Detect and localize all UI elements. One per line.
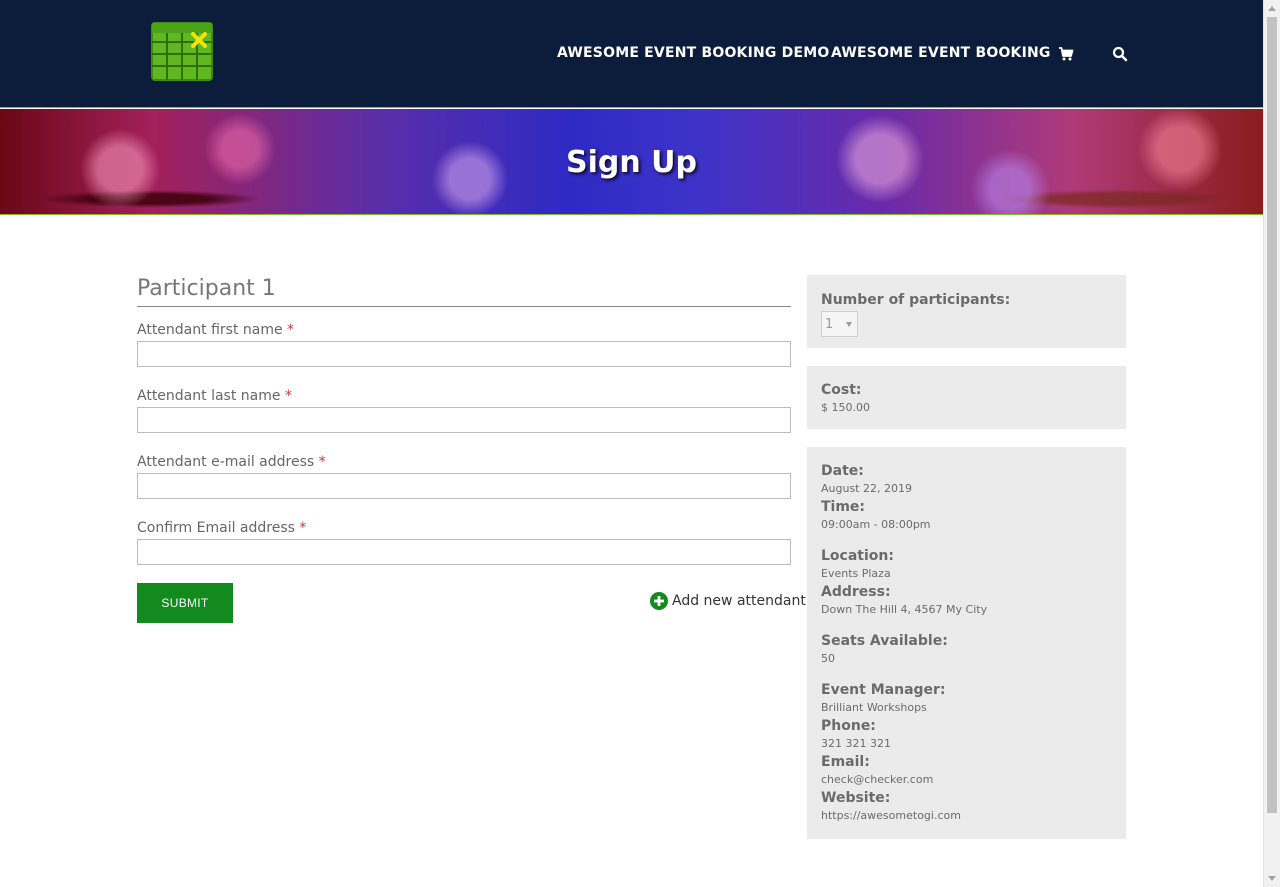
website-value[interactable]: https://awesometogi.com: [821, 807, 1112, 825]
phone-value: 321 321 321: [821, 737, 891, 750]
location-label: Location:: [821, 548, 894, 564]
site-header: AWESOME EVENT BOOKING DEMO AWESOME EVENT…: [0, 0, 1263, 108]
add-attendant-link[interactable]: Add new attendant: [650, 592, 806, 610]
plus-circle-icon: [650, 592, 668, 610]
cost-value: $ 150.00: [821, 401, 870, 414]
website-label: Website:: [821, 790, 891, 806]
required-marker: *: [318, 454, 326, 470]
nav-link-booking[interactable]: AWESOME EVENT BOOKING: [831, 45, 1051, 61]
confirm-email-input[interactable]: [137, 539, 791, 565]
participants-select[interactable]: 1: [821, 311, 858, 337]
signup-form: Participant 1 Attendant first name * Att…: [137, 275, 791, 565]
scroll-down-icon[interactable]: [1268, 876, 1276, 881]
email-label: Attendant e-mail address: [137, 454, 315, 470]
shopping-cart-icon[interactable]: [1058, 46, 1074, 62]
chevron-down-icon: [846, 322, 852, 327]
required-marker: *: [284, 388, 292, 404]
email-label: Email:: [821, 754, 870, 770]
first-name-input[interactable]: [137, 341, 791, 367]
search-icon[interactable]: [1112, 46, 1128, 62]
date-value: August 22, 2019: [821, 482, 912, 495]
confirm-email-field: Confirm Email address *: [137, 519, 791, 565]
participants-selected-value: 1: [825, 316, 834, 332]
event-details-panel: Date: August 22, 2019 Time: 09:00am - 08…: [807, 447, 1126, 839]
confirm-email-label: Confirm Email address: [137, 520, 295, 536]
scrollbar-thumb[interactable]: [1267, 17, 1277, 813]
location-value: Events Plaza: [821, 567, 891, 580]
submit-button[interactable]: SUBMIT: [137, 583, 233, 623]
nav-link-demo[interactable]: AWESOME EVENT BOOKING DEMO: [557, 45, 830, 61]
phone-label: Phone:: [821, 718, 876, 734]
email-input[interactable]: [137, 473, 791, 499]
seats-value: 50: [821, 652, 835, 665]
manager-label: Event Manager:: [821, 682, 946, 698]
date-label: Date:: [821, 463, 864, 479]
address-label: Address:: [821, 584, 891, 600]
required-marker: *: [287, 322, 295, 338]
seats-label: Seats Available:: [821, 633, 948, 649]
first-name-field: Attendant first name *: [137, 321, 791, 367]
email-field: Attendant e-mail address *: [137, 453, 791, 499]
participants-panel: Number of participants: 1: [807, 275, 1126, 348]
address-value: Down The Hill 4, 4567 My City: [821, 603, 988, 616]
page-scrollbar[interactable]: [1263, 0, 1280, 887]
first-name-label: Attendant first name: [137, 322, 283, 338]
last-name-field: Attendant last name *: [137, 387, 791, 433]
calendar-logo-icon[interactable]: [150, 20, 214, 82]
time-value: 09:00am - 08:00pm: [821, 518, 931, 531]
scroll-up-icon[interactable]: [1268, 6, 1276, 11]
cost-panel: Cost: $ 150.00: [807, 366, 1126, 429]
email-value[interactable]: check@checker.com: [821, 771, 1112, 789]
hero-banner: Sign Up: [0, 109, 1263, 215]
add-attendant-label: Add new attendant: [672, 593, 806, 609]
last-name-input[interactable]: [137, 407, 791, 433]
participant-heading: Participant 1: [137, 275, 791, 307]
participants-label: Number of participants:: [821, 292, 1011, 308]
last-name-label: Attendant last name: [137, 388, 281, 404]
required-marker: *: [299, 520, 307, 536]
time-label: Time:: [821, 499, 866, 515]
cost-label: Cost:: [821, 382, 862, 398]
page-title: Sign Up: [565, 145, 697, 180]
manager-value: Brilliant Workshops: [821, 701, 927, 714]
